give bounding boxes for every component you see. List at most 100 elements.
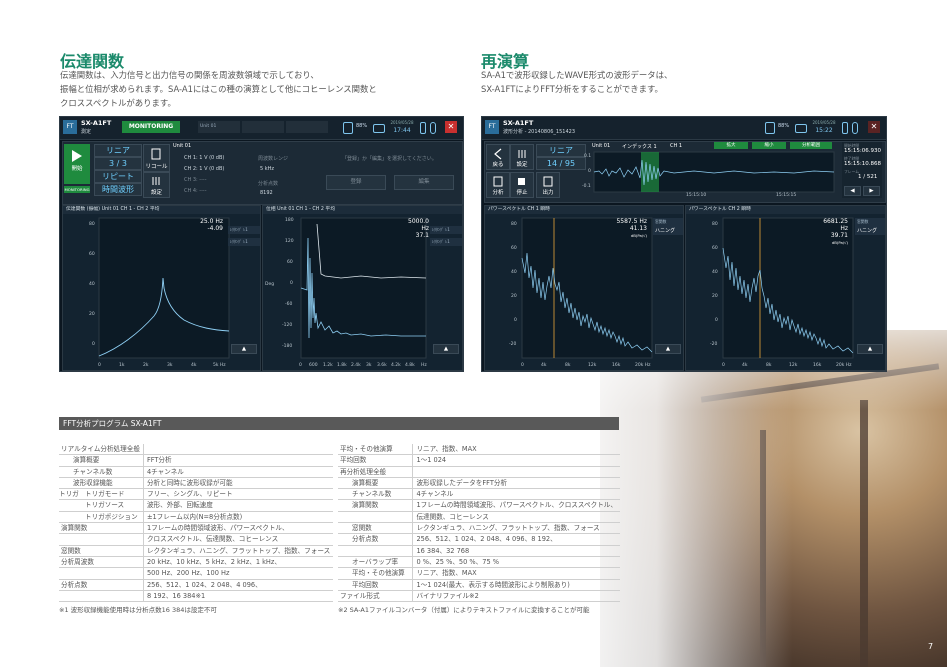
y-tick: -60 [285, 302, 293, 307]
spec-value: 1～1 024(最大、表示する時間波形により制限あり) [412, 579, 620, 591]
analyze-button[interactable]: 分析 [486, 172, 510, 198]
mode-button[interactable]: リニア [94, 144, 142, 157]
cursor-frequency: 25.0 Hz [200, 218, 223, 225]
unit-tab[interactable]: Unit 01 [173, 143, 191, 149]
graph-header: パワースペクトル CH 1 瞬時 [485, 206, 683, 214]
wave-x-tick: 15:15:10 [686, 193, 707, 198]
spec-value: 20 kHz、10 kHz、5 kHz、2 kHz、1 kHz、 [142, 556, 334, 569]
spec-key: 窓関数 [338, 522, 413, 535]
y-tick: 0 [92, 342, 95, 347]
zoom-in-button[interactable]: 拡大 [714, 142, 748, 149]
close-button[interactable]: ✕ [868, 121, 880, 133]
output-label: 出力 [542, 190, 554, 196]
x-tick: 8k [766, 363, 772, 368]
close-button[interactable]: ✕ [445, 121, 457, 133]
spec-value: クロススペクトル、伝達関数、コヒーレンス [142, 533, 334, 546]
spec-row: トリガソース 波形、外部、回転速度 [59, 499, 334, 512]
window-selector[interactable]: ﾚｸﾀﾝｸﾞ ﾚ1 [228, 238, 260, 246]
footnote-2: ※2 SA-A1ファイルコンバータ（付属）によりテキストファイルに変換することが… [338, 606, 590, 614]
cursor-unit: dB(Pa/√) [630, 233, 647, 238]
spec-row: 平均・その他演算 リニア、指数、MAX [338, 444, 620, 456]
settings-button[interactable]: 設定 [510, 144, 534, 170]
screenshot-reanalysis: FT SX-A1FT 波形分析 - 20140806_151423 88% 20… [481, 116, 887, 372]
spec-row: 演算概要 波形収録したデータをFFT分析 [338, 477, 620, 490]
spec-value: 波形、外部、回転速度 [142, 499, 334, 512]
spec-row: 演算関数 1フレームの時間領域波形、パワースペクトル、 [59, 522, 334, 535]
monitoring-badge[interactable]: MONITORING [122, 121, 180, 133]
monitoring-small-badge: MONITORING [64, 186, 90, 193]
x-tick: 4.2k [391, 363, 401, 368]
x-tick: 4k [742, 363, 748, 368]
window-label: 窓関数 [855, 218, 885, 226]
graph-header: 位相 Unit 01 CH 1 - CH 2 平均 [263, 206, 462, 214]
y-tick: 80 [712, 222, 718, 227]
cursor-frequency: 5000.0 Hz [408, 218, 429, 232]
window-selector[interactable]: ﾚｸﾀﾝｸﾞ ﾚ1 [430, 226, 462, 234]
scroll-up-button[interactable]: ▲ [857, 344, 883, 354]
spec-value: ±1フレーム以内(N=8分析点数) [142, 511, 334, 524]
scroll-up-button[interactable]: ▲ [655, 344, 681, 354]
app-logo: FT [485, 120, 499, 134]
x-tick: 0 [299, 363, 302, 368]
x-tick: 600 [309, 363, 318, 368]
spec-value: リニア、指数、MAX [412, 567, 620, 580]
analysis-range-button[interactable]: 分析範囲 [790, 142, 832, 149]
unit-status-cell: Unit 01 [198, 121, 240, 133]
settings-button[interactable]: 設定 [143, 172, 170, 198]
y-tick: 40 [511, 270, 517, 275]
next-frame-button[interactable]: ▶ [863, 186, 880, 196]
y-tick: 60 [511, 246, 517, 251]
start-button[interactable]: 開始 [64, 144, 90, 184]
spec-value: 波形収録したデータをFFT分析 [412, 477, 620, 490]
spec-value: FFT分析 [142, 454, 334, 467]
spec-row: 分析周波数 20 kHz、10 kHz、5 kHz、2 kHz、1 kHz、 [59, 556, 334, 569]
spec-value: 256、512、1 024、2 048、4 096、 [142, 579, 334, 591]
zoom-out-button[interactable]: 縮小 [752, 142, 786, 149]
average-count: 14 / 95 [536, 157, 586, 170]
power-spectrum-ch2: パワースペクトル CH 2 瞬時 80 60 40 20 0 -20 0 4k … [685, 205, 886, 371]
register-button[interactable]: 登録 [326, 175, 386, 190]
clock-time: 15:22 [815, 127, 833, 134]
spec-key: 演算概要 [59, 454, 144, 467]
window-selector[interactable]: ﾚｸﾀﾝｸﾞ ﾚ1 [430, 238, 462, 246]
y-tick: 80 [511, 222, 517, 227]
memory-icon [343, 122, 353, 134]
index-label[interactable]: インデックス 1 [622, 143, 657, 150]
mode-button[interactable]: リニア [536, 144, 586, 157]
stop-label: 停止 [516, 190, 528, 196]
points-value[interactable]: 8192 [260, 190, 273, 196]
window-selector[interactable]: ハニング [653, 226, 683, 235]
stop-button[interactable]: 停止 [510, 172, 534, 198]
y-tick: 20 [89, 312, 95, 317]
channel-1-range[interactable]: CH 1: 1 V (0 dB) [184, 155, 224, 161]
analyze-label: 分析 [492, 190, 504, 196]
cursor-readout: 5587.5 Hz 41.13 dB(Pa/√) [615, 218, 647, 239]
left-paragraph: 伝達関数は、入力信号と出力信号の関係を周波数領域で示しており、 振幅と位相が求め… [60, 68, 377, 110]
cursor-readout: 6681.25 Hz 39.71 dB(Pa/√) [816, 218, 848, 246]
channel-4-range[interactable]: CH 4: ---- [184, 188, 207, 194]
prev-frame-button[interactable]: ◀ [844, 186, 861, 196]
start-time: 15:15:06.930 [844, 148, 881, 154]
trigger-mode-button[interactable]: リピート [94, 170, 142, 183]
x-tick: 1k [119, 363, 125, 368]
scroll-up-button[interactable]: ▲ [231, 344, 257, 354]
clock: 2019/05/28 15:22 [810, 119, 838, 135]
time-wave-button[interactable]: 時間波形 [94, 183, 142, 196]
window-selector[interactable]: ハニング [855, 226, 885, 235]
spec-key: チャンネル数 [59, 466, 144, 478]
window-selector[interactable]: ﾚｸﾀﾝｸﾞ ﾚ1 [228, 226, 260, 234]
spec-value: 0 %、25 %、50 %、75 % [412, 556, 620, 569]
y-tick: 0 [514, 318, 517, 323]
scroll-up-button[interactable]: ▲ [433, 344, 459, 354]
recall-button[interactable]: リコール [143, 144, 170, 172]
channel-2-range[interactable]: CH 2: 1 V (0 dB) [184, 166, 224, 172]
freq-range-value[interactable]: 5 kHz [260, 166, 274, 172]
microphone-icon [852, 122, 858, 134]
output-button[interactable]: 出力 [536, 172, 560, 198]
channel-label[interactable]: CH 1 [670, 143, 682, 149]
spec-value: 16 384、32 768 [412, 545, 620, 557]
channel-3-range[interactable]: CH 3: ---- [184, 177, 207, 183]
edit-button[interactable]: 編集 [394, 175, 454, 190]
cursor-readout: 25.0 Hz -4.09 [193, 218, 223, 232]
back-button[interactable]: 戻る [486, 144, 510, 170]
